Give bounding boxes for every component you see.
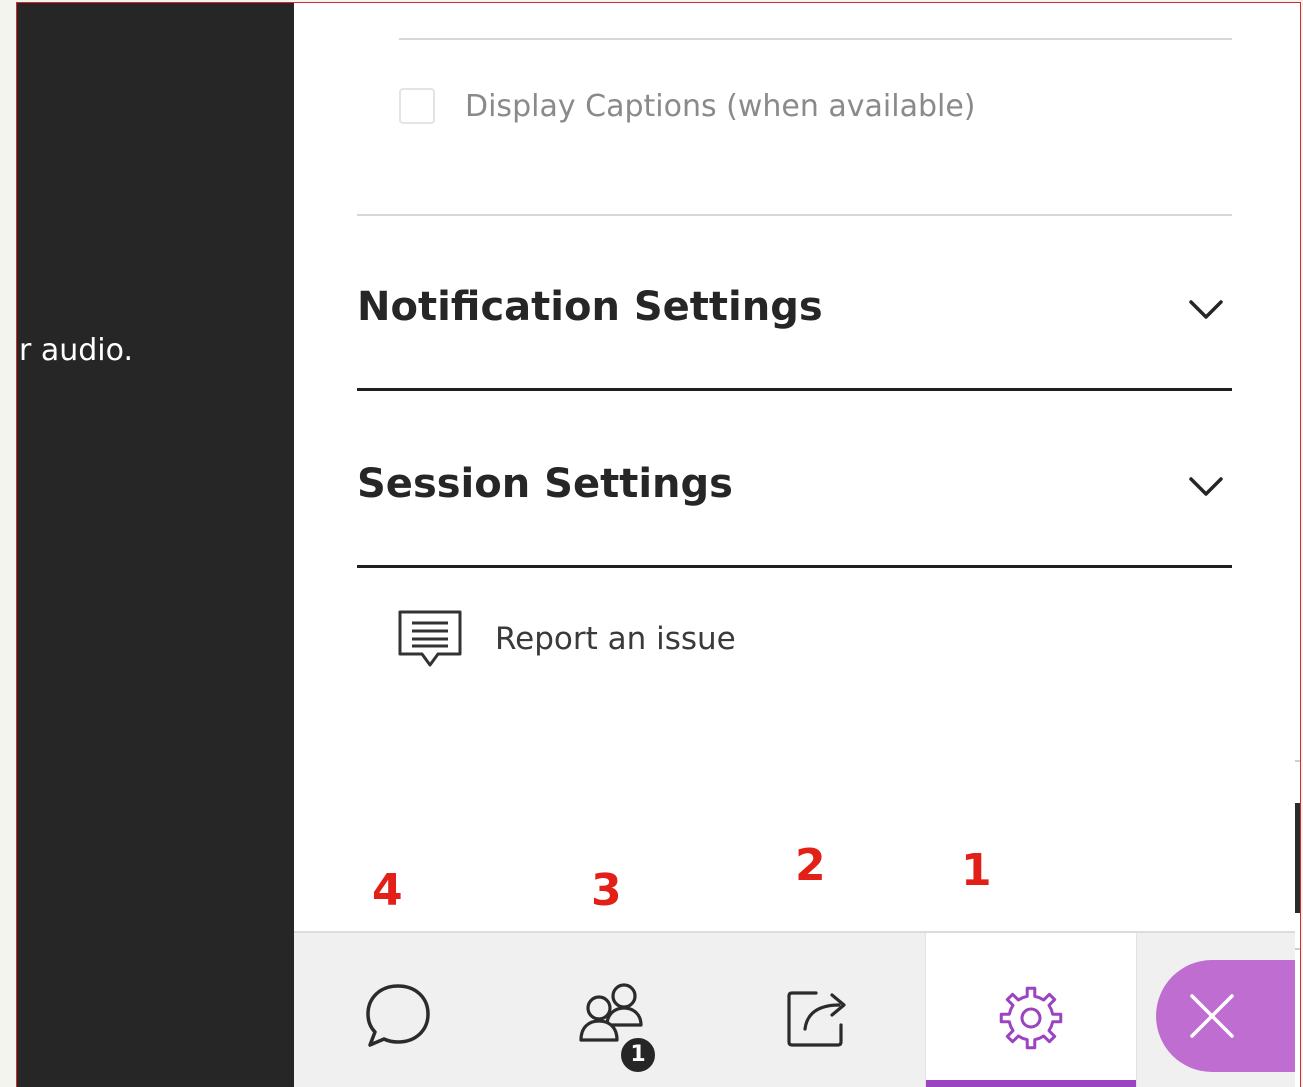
share-icon — [787, 991, 846, 1047]
settings-button[interactable] — [925, 933, 1137, 1087]
session-settings-section[interactable]: Session Settings — [357, 393, 1232, 568]
attendees-button[interactable]: 1 — [549, 933, 689, 1087]
close-panel-button[interactable] — [1156, 960, 1300, 1072]
chevron-down-icon[interactable] — [1188, 475, 1224, 499]
captions-option[interactable]: Display Captions (when available) — [399, 81, 976, 131]
share-content-button[interactable] — [764, 933, 904, 1087]
chat-button[interactable] — [334, 933, 464, 1087]
background-window-edge — [1295, 3, 1300, 1087]
close-icon — [1190, 994, 1234, 1038]
captions-label: Display Captions (when available) — [465, 88, 976, 124]
divider — [399, 38, 1232, 40]
attendee-count-badge: 1 — [619, 1036, 657, 1074]
settings-panel: Display Captions (when available) Notifi… — [294, 3, 1300, 1087]
annotation-number-3: 3 — [591, 865, 622, 916]
captions-checkbox[interactable] — [399, 88, 435, 124]
report-issue-link[interactable]: Report an issue — [397, 609, 736, 669]
chat-bubble-icon — [366, 984, 430, 1047]
session-settings-title: Session Settings — [357, 461, 733, 507]
annotation-number-4: 4 — [372, 865, 403, 916]
stage-message: r audio. — [19, 333, 134, 368]
report-issue-label: Report an issue — [495, 621, 736, 657]
report-message-icon — [398, 610, 462, 667]
notification-settings-section[interactable]: Notification Settings — [357, 216, 1232, 391]
stage-area: r audio. — [17, 3, 294, 1087]
bottom-toolbar: 1 — [294, 931, 1300, 1087]
active-tab-indicator — [926, 1080, 1136, 1087]
annotation-number-2: 2 — [795, 840, 826, 891]
app-frame: r audio. Display Captions (when availabl… — [16, 2, 1301, 1087]
annotation-number-1: 1 — [961, 845, 992, 896]
gear-icon — [999, 986, 1063, 1050]
chevron-down-icon[interactable] — [1188, 298, 1224, 322]
notification-settings-title: Notification Settings — [357, 284, 823, 330]
